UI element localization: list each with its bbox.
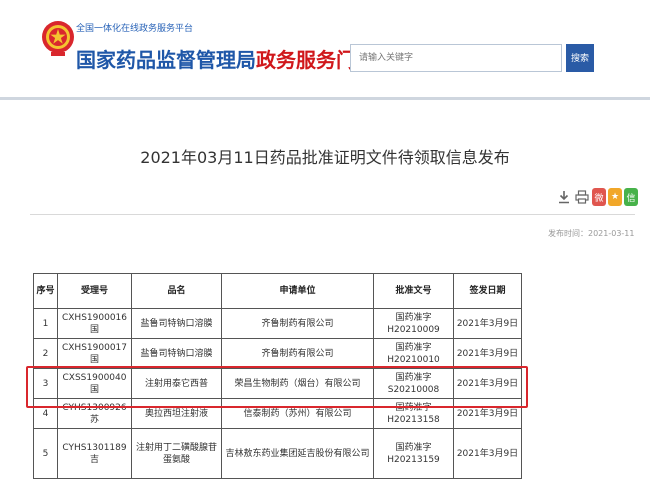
cell-applicant: 齐鲁制药有限公司 xyxy=(221,338,374,369)
qzone-share-icon[interactable]: ★ xyxy=(608,188,622,206)
cell-approval-number: 国药准字H20210009 xyxy=(373,308,454,339)
cell-acceptance-number: CYHS1301189吉 xyxy=(57,428,132,479)
site-title[interactable]: 国家药品监督管理局政务服务门户 xyxy=(76,44,376,73)
table-header-row: 序号 受理号 品名 申请单位 批准文号 签发日期 xyxy=(33,273,522,309)
cell-issue-date: 2021年3月9日 xyxy=(453,308,522,339)
cell-index: 2 xyxy=(33,338,58,369)
column-header-approval-number: 批准文号 xyxy=(373,273,454,309)
search-input[interactable] xyxy=(350,44,562,72)
header-divider xyxy=(0,97,650,100)
column-header-drug-name: 品名 xyxy=(131,273,222,309)
cell-issue-date: 2021年3月9日 xyxy=(453,428,522,479)
cell-index: 5 xyxy=(33,428,58,479)
cell-approval-number: 国药准字H20210010 xyxy=(373,338,454,369)
cell-index: 1 xyxy=(33,308,58,339)
cell-drug-name: 盐鲁司特钠口溶膜 xyxy=(131,338,222,369)
cell-acceptance-number: CXHS1900016国 xyxy=(57,308,132,339)
cell-drug-name: 注射用丁二磺酸腺苷蛋氨酸 xyxy=(131,428,222,479)
table-row: 5 CYHS1301189吉 注射用丁二磺酸腺苷蛋氨酸 吉林敖东药业集团延吉股份… xyxy=(33,428,522,479)
cell-applicant: 吉林敖东药业集团延吉股份有限公司 xyxy=(221,428,374,479)
article-tools: 微 ★ 信 xyxy=(556,186,638,208)
article-divider xyxy=(30,214,635,215)
table-row: 1 CXHS1900016国 盐鲁司特钠口溶膜 齐鲁制药有限公司 国药准字H20… xyxy=(33,308,522,339)
cell-issue-date: 2021年3月9日 xyxy=(453,338,522,369)
cell-drug-name: 盐鲁司特钠口溶膜 xyxy=(131,308,222,339)
download-icon[interactable] xyxy=(556,188,572,206)
page-title: 2021年03月11日药品批准证明文件待领取信息发布 xyxy=(140,148,510,167)
cell-acceptance-number: CXHS1900017国 xyxy=(57,338,132,369)
weibo-share-icon[interactable]: 微 xyxy=(592,188,606,206)
wechat-share-icon[interactable]: 信 xyxy=(624,188,638,206)
highlight-box xyxy=(26,366,528,408)
column-header-index: 序号 xyxy=(33,273,58,309)
search-button[interactable]: 搜索 xyxy=(566,44,594,72)
publish-date: 发布时间：2021-03-11 xyxy=(548,229,635,238)
column-header-issue-date: 签发日期 xyxy=(453,273,522,309)
column-header-applicant: 申请单位 xyxy=(221,273,374,309)
cell-applicant: 齐鲁制药有限公司 xyxy=(221,308,374,339)
table-row: 2 CXHS1900017国 盐鲁司特钠口溶膜 齐鲁制药有限公司 国药准字H20… xyxy=(33,338,522,369)
print-icon[interactable] xyxy=(574,188,590,206)
platform-slogan[interactable]: 全国一体化在线政务服务平台 xyxy=(76,21,193,34)
national-emblem-icon xyxy=(42,21,74,56)
cell-approval-number: 国药准字H20213159 xyxy=(373,428,454,479)
column-header-acceptance-number: 受理号 xyxy=(57,273,132,309)
site-header: 全国一体化在线政务服务平台 国家药品监督管理局政务服务门户 搜索 xyxy=(0,0,650,100)
site-title-agency: 国家药品监督管理局 xyxy=(76,48,256,72)
